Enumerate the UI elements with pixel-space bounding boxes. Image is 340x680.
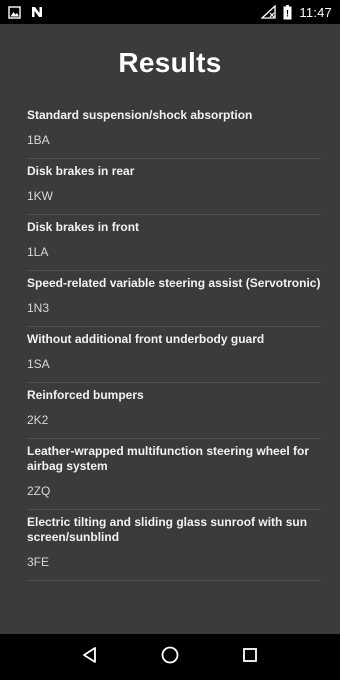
battery-icon: ! (283, 4, 292, 20)
no-signal-icon (261, 5, 277, 19)
svg-text:!: ! (286, 8, 289, 18)
result-item[interactable]: Disk brakes in front 1LA (27, 215, 321, 271)
result-code: 1KW (27, 189, 54, 203)
result-item[interactable]: Disk brakes in rear 1KW (27, 159, 321, 215)
recents-icon (242, 647, 258, 668)
back-icon (81, 646, 99, 669)
n-notification-icon (31, 6, 43, 18)
navigation-bar (0, 634, 340, 680)
result-name: Reinforced bumpers (27, 388, 144, 402)
result-item[interactable]: Standard suspension/shock absorption 1BA (27, 108, 321, 159)
result-name: Standard suspension/shock absorption (27, 108, 253, 122)
result-name: Disk brakes in rear (27, 164, 135, 178)
status-time: 11:47 (299, 4, 332, 20)
result-name: Disk brakes in front (27, 220, 140, 234)
result-name: Electric tilting and sliding glass sunro… (27, 515, 308, 544)
home-button[interactable] (150, 637, 190, 677)
result-code: 1LA (27, 245, 49, 259)
page-title: Results (118, 47, 222, 78)
result-name: Leather-wrapped multifunction steering w… (27, 444, 310, 473)
result-item[interactable]: Reinforced bumpers 2K2 (27, 383, 321, 439)
result-code: 2ZQ (27, 484, 51, 498)
status-bar: ! 11:47 (0, 0, 340, 24)
image-icon (8, 5, 21, 19)
result-code: 1N3 (27, 301, 50, 315)
home-icon (160, 645, 180, 670)
app-screen: ! 11:47 Results Standard suspension/shoc… (0, 0, 340, 680)
results-list: Standard suspension/shock absorption 1BA… (0, 108, 340, 581)
result-code: 3FE (27, 555, 50, 569)
result-name: Speed-related variable steering assist (… (27, 276, 321, 290)
result-item[interactable]: Without additional front underbody guard… (27, 327, 321, 383)
result-name: Without additional front underbody guard (27, 332, 265, 346)
recents-button[interactable] (230, 637, 270, 677)
result-code: 1BA (27, 133, 50, 147)
result-item[interactable]: Leather-wrapped multifunction steering w… (27, 439, 321, 510)
results-page: Results Standard suspension/shock absorp… (0, 24, 340, 634)
result-item[interactable]: Speed-related variable steering assist (… (27, 271, 321, 327)
result-code: 2K2 (27, 413, 49, 427)
result-item[interactable]: Electric tilting and sliding glass sunro… (27, 510, 321, 581)
result-code: 1SA (27, 357, 50, 371)
back-button[interactable] (70, 637, 110, 677)
